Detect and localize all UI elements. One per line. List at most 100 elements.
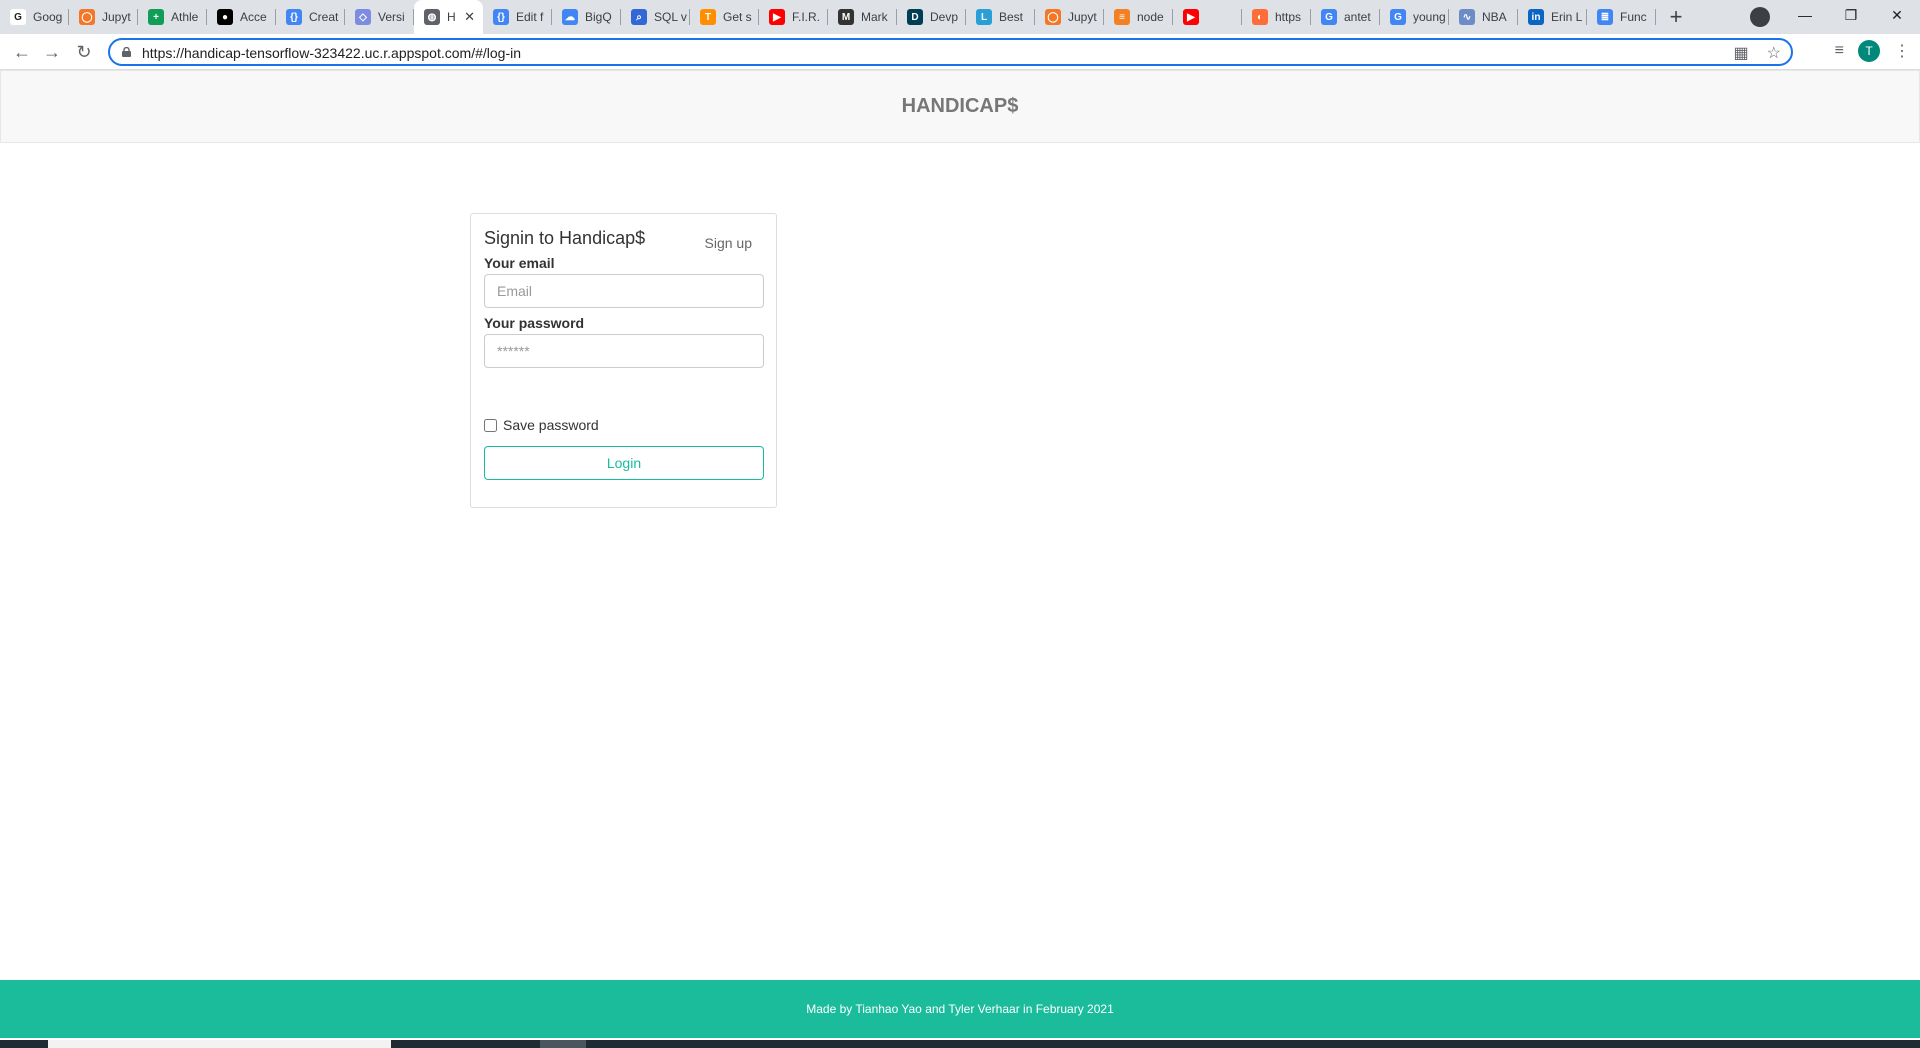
browser-tab[interactable]: ▶ bbox=[1173, 0, 1242, 34]
browser-tab[interactable]: M Mark bbox=[828, 0, 897, 34]
browser-tab[interactable]: ◐ https bbox=[1242, 0, 1311, 34]
menu-dots-icon[interactable]: ⋮ bbox=[1894, 41, 1910, 61]
login-button[interactable]: Login bbox=[484, 446, 764, 480]
close-window-icon[interactable]: ✕ bbox=[1874, 7, 1920, 24]
browser-tab[interactable]: Gyoung bbox=[1380, 0, 1449, 34]
network-icon: ◇ bbox=[355, 9, 371, 25]
password-field[interactable] bbox=[484, 334, 764, 368]
browser-tab[interactable]: D Devp bbox=[897, 0, 966, 34]
forward-arrow-icon[interactable]: → bbox=[40, 40, 64, 64]
browser-tab[interactable]: G Goog bbox=[0, 0, 69, 34]
browser-tab[interactable]: ∿ NBA bbox=[1449, 0, 1518, 34]
browser-tab[interactable]: {} Edit f bbox=[483, 0, 552, 34]
save-password-row[interactable]: Save password bbox=[484, 417, 599, 433]
close-tab-icon[interactable]: ✕ bbox=[464, 9, 475, 25]
taskbar-search[interactable] bbox=[48, 1040, 391, 1048]
browser-tab[interactable]: ◯ Jupyt bbox=[1035, 0, 1104, 34]
browser-tab[interactable]: ◇ Versi bbox=[345, 0, 414, 34]
save-password-label: Save password bbox=[503, 417, 599, 433]
jupyter-icon: ◯ bbox=[1045, 9, 1061, 25]
new-tab-icon[interactable]: + bbox=[1656, 0, 1696, 34]
browser-tab[interactable]: ☁ BigQ bbox=[552, 0, 621, 34]
tab-title: young bbox=[1413, 10, 1446, 24]
site-navbar: HANDICAP$ bbox=[0, 70, 1920, 143]
youtube-icon: ▶ bbox=[769, 9, 785, 25]
code-icon: {} bbox=[493, 9, 509, 25]
sheets-icon: + bbox=[148, 9, 164, 25]
browser-tab[interactable]: Gantet bbox=[1311, 0, 1380, 34]
back-arrow-icon[interactable]: ← bbox=[10, 40, 34, 64]
browser-tab[interactable]: ≣ Func bbox=[1587, 0, 1656, 34]
tab-title: antet bbox=[1344, 10, 1371, 24]
tab-title: Creat bbox=[309, 10, 339, 24]
google-icon: G bbox=[1390, 9, 1406, 25]
markdown-icon: M bbox=[838, 9, 854, 25]
tab-title: Jupyt bbox=[1068, 10, 1097, 24]
stackoverflow-icon: ≡ bbox=[1114, 9, 1130, 25]
browser-toolbar: ← → ↻ https://handicap-tensorflow-323422… bbox=[0, 34, 1920, 70]
email-label: Your email bbox=[484, 255, 555, 271]
footer-credits: Made by Tianhao Yao and Tyler Verhaar in… bbox=[806, 1002, 1114, 1016]
browser-tab[interactable]: in Erin L bbox=[1518, 0, 1587, 34]
tab-title: Erin L bbox=[1551, 10, 1583, 24]
sign-up-link[interactable]: Sign up bbox=[705, 235, 752, 251]
restore-icon[interactable]: ❐ bbox=[1828, 7, 1874, 24]
login-title: Signin to Handicap$ bbox=[484, 228, 646, 248]
tensorflow-icon: T bbox=[700, 9, 716, 25]
browser-tab[interactable]: ⌕ SQL v bbox=[621, 0, 690, 34]
medium-icon: ● bbox=[217, 9, 233, 25]
tab-search-icon[interactable] bbox=[1750, 7, 1770, 27]
browser-tab[interactable]: ● Acce bbox=[207, 0, 276, 34]
qr-code-icon[interactable]: ▦ bbox=[1734, 43, 1749, 63]
profile-avatar[interactable]: T bbox=[1858, 40, 1880, 62]
bookmark-star-icon[interactable]: ☆ bbox=[1767, 43, 1781, 63]
browser-tab[interactable]: + Athle bbox=[138, 0, 207, 34]
password-label: Your password bbox=[484, 315, 585, 331]
globe-icon: ◍ bbox=[424, 9, 440, 25]
reload-icon[interactable]: ↻ bbox=[72, 40, 96, 64]
tab-title: F.I.R. bbox=[792, 10, 821, 24]
browser-tab[interactable]: ▶ F.I.R. bbox=[759, 0, 828, 34]
tab-title: SQL v bbox=[654, 10, 687, 24]
tab-title: Athle bbox=[171, 10, 199, 24]
browser-tab[interactable]: ≡ node bbox=[1104, 0, 1173, 34]
tab-title: NBA bbox=[1482, 10, 1507, 24]
browser-tab[interactable]: ◍ H ✕ bbox=[414, 0, 483, 34]
cloud-icon: ☁ bbox=[562, 9, 578, 25]
tab-title: Devp bbox=[930, 10, 959, 24]
devpost-icon: D bbox=[907, 9, 923, 25]
tab-title: Get s bbox=[723, 10, 752, 24]
google-docs-icon: G bbox=[10, 9, 26, 25]
tab-title: node bbox=[1137, 10, 1164, 24]
tab-title: Acce bbox=[240, 10, 267, 24]
browser-tab[interactable]: {} Creat bbox=[276, 0, 345, 34]
tab-title: Goog bbox=[33, 10, 63, 24]
lucid-icon: L bbox=[976, 9, 992, 25]
tab-title: BigQ bbox=[585, 10, 612, 24]
os-taskbar bbox=[0, 1040, 1920, 1048]
brand-logo[interactable]: HANDICAP$ bbox=[902, 95, 1019, 118]
window-controls: — ❐ ✕ bbox=[1782, 0, 1920, 30]
web-page: HANDICAP$ Signin to Handicap$ Sign up Yo… bbox=[0, 70, 1920, 1048]
taskbar-app[interactable] bbox=[540, 1040, 586, 1048]
email-field[interactable] bbox=[484, 274, 764, 308]
browser-tab[interactable]: T Get s bbox=[690, 0, 759, 34]
browser-tab[interactable]: ◯ Jupyt bbox=[69, 0, 138, 34]
url-text[interactable]: https://handicap-tensorflow-323422.uc.r.… bbox=[142, 45, 521, 61]
postman-icon: ◐ bbox=[1252, 9, 1268, 25]
nba-icon: ∿ bbox=[1459, 9, 1475, 25]
minimize-icon[interactable]: — bbox=[1782, 7, 1828, 23]
lock-icon bbox=[122, 47, 131, 57]
tab-title: Edit f bbox=[516, 10, 544, 24]
tab-title: Jupyt bbox=[102, 10, 131, 24]
tab-title: Versi bbox=[378, 10, 405, 24]
browser-tab-strip: G Goog ◯ Jupyt + Athle ● Acce{} Creat ◇ Versi ◍ H ✕{}… bbox=[0, 0, 1920, 34]
media-control-icon[interactable]: ≡ bbox=[1835, 42, 1844, 60]
google-icon: G bbox=[1321, 9, 1337, 25]
address-bar[interactable]: https://handicap-tensorflow-323422.uc.r.… bbox=[108, 38, 1793, 66]
site-footer: Made by Tianhao Yao and Tyler Verhaar in… bbox=[0, 980, 1920, 1038]
tab-title: Mark bbox=[861, 10, 888, 24]
browser-tab[interactable]: L Best bbox=[966, 0, 1035, 34]
tab-title: https bbox=[1275, 10, 1302, 24]
save-password-checkbox[interactable] bbox=[484, 418, 497, 432]
